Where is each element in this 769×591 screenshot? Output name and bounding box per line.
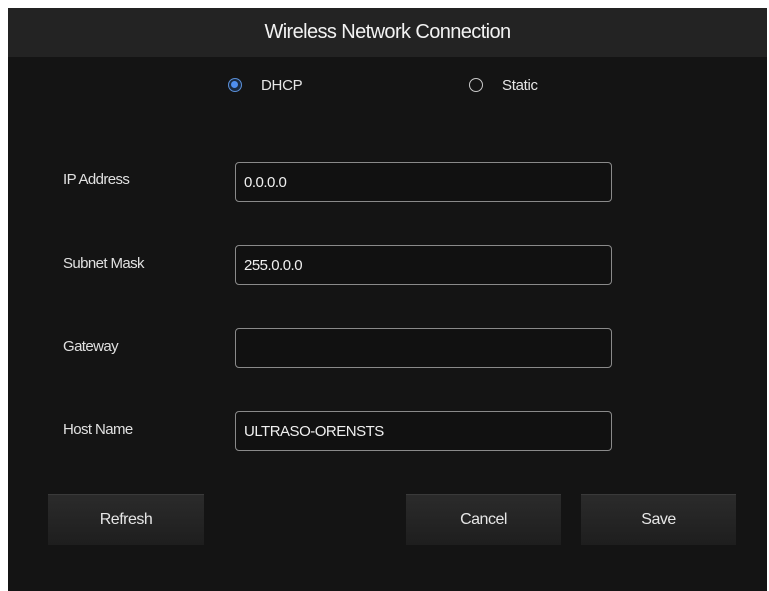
wireless-network-dialog: Wireless Network Connection DHCP Static … bbox=[8, 8, 767, 591]
gateway-input[interactable] bbox=[235, 328, 612, 368]
cancel-button[interactable]: Cancel bbox=[406, 494, 561, 545]
host-name-label: Host Name bbox=[63, 421, 133, 438]
ip-address-label: IP Address bbox=[63, 171, 130, 188]
subnet-mask-label: Subnet Mask bbox=[63, 255, 145, 272]
radio-dhcp[interactable]: DHCP bbox=[228, 74, 303, 96]
save-button[interactable]: Save bbox=[581, 494, 736, 545]
refresh-button[interactable]: Refresh bbox=[48, 494, 204, 545]
radio-static[interactable]: Static bbox=[469, 74, 538, 96]
save-button-label: Save bbox=[641, 511, 676, 528]
radio-unselected-icon[interactable] bbox=[469, 78, 483, 92]
radio-selected-icon[interactable] bbox=[228, 78, 242, 92]
dialog-title: Wireless Network Connection bbox=[264, 21, 511, 43]
title-bar: Wireless Network Connection bbox=[8, 8, 767, 57]
gateway-label: Gateway bbox=[63, 338, 119, 355]
host-name-input[interactable] bbox=[235, 411, 612, 451]
radio-dhcp-label: DHCP bbox=[261, 76, 303, 94]
radio-static-label: Static bbox=[502, 76, 538, 94]
ip-address-input[interactable] bbox=[235, 162, 612, 202]
subnet-mask-input[interactable] bbox=[235, 245, 612, 285]
refresh-button-label: Refresh bbox=[99, 511, 153, 528]
cancel-button-label: Cancel bbox=[460, 511, 507, 528]
